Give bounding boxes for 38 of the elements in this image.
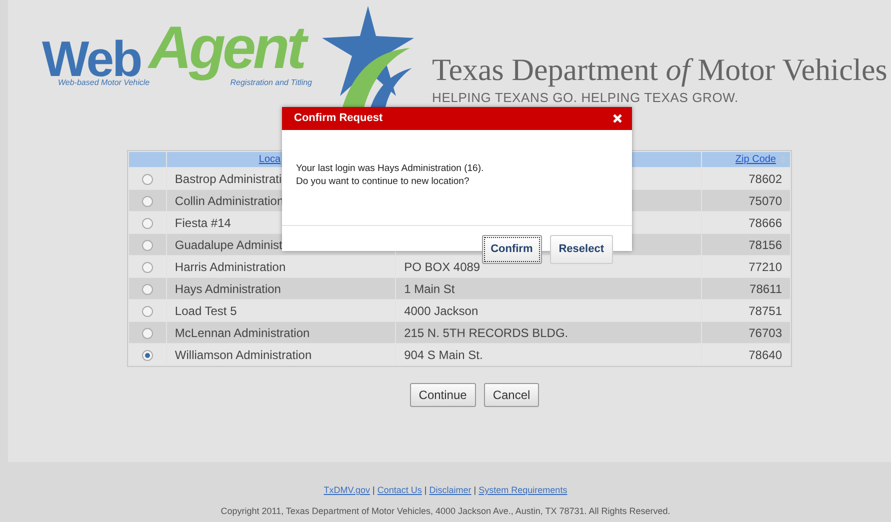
- radio-button[interactable]: [142, 350, 153, 361]
- footer-link[interactable]: System Requirements: [478, 485, 568, 495]
- table-cell: 78156: [702, 234, 790, 255]
- radio-button[interactable]: [142, 262, 153, 273]
- logo-text: Agent: [148, 16, 310, 79]
- radio-button[interactable]: [142, 196, 153, 207]
- table-cell: 78611: [702, 278, 790, 299]
- footer-link[interactable]: TxDMV.gov: [324, 485, 370, 495]
- radio-button[interactable]: [142, 284, 153, 295]
- column-header-link[interactable]: Loca: [258, 154, 281, 165]
- separator: |: [372, 485, 375, 495]
- table-cell: McLennan Administration: [166, 322, 396, 343]
- confirm-button[interactable]: Confirm: [482, 235, 542, 264]
- table-cell: 75070: [702, 190, 790, 211]
- radio-button[interactable]: [142, 240, 153, 251]
- radio-button[interactable]: [142, 174, 153, 185]
- footer-link[interactable]: Contact Us: [377, 485, 422, 495]
- reselect-button[interactable]: Reselect: [550, 235, 613, 264]
- footer-link[interactable]: Disclaimer: [429, 485, 472, 495]
- agency-name: Texas Department of Motor Vehicles: [432, 54, 888, 85]
- slogan: HELPING TEXANS GO. HELPING TEXAS GROW.: [432, 89, 740, 107]
- radio-button[interactable]: [142, 218, 153, 229]
- copyright-text: Copyright 2011, Texas Department of Motor Vehicles, 4000 Jackson Ave., Austin, TX 78731. All Rights Reserved.: [220, 506, 672, 516]
- dialog-title: Confirm Request: [294, 111, 383, 126]
- separator: |: [474, 485, 476, 495]
- table-cell: Hays Administration: [166, 278, 396, 299]
- table-cell: 215 N. 5TH RECORDS BLDG.: [396, 322, 702, 343]
- table-cell: 1 Main St: [396, 278, 702, 299]
- logo-tagline: Web-based Motor Vehicle: [58, 79, 150, 87]
- table-cell: 76703: [702, 322, 790, 343]
- close-icon[interactable]: [613, 114, 622, 123]
- radio-button[interactable]: [142, 306, 153, 317]
- radio-button[interactable]: [142, 328, 153, 339]
- continue-button[interactable]: Continue: [410, 383, 476, 407]
- logo-tagline: Registration and Titling: [230, 79, 312, 87]
- logo-text: Web: [42, 39, 141, 79]
- cancel-button[interactable]: Cancel: [484, 383, 540, 407]
- separator: |: [424, 485, 427, 495]
